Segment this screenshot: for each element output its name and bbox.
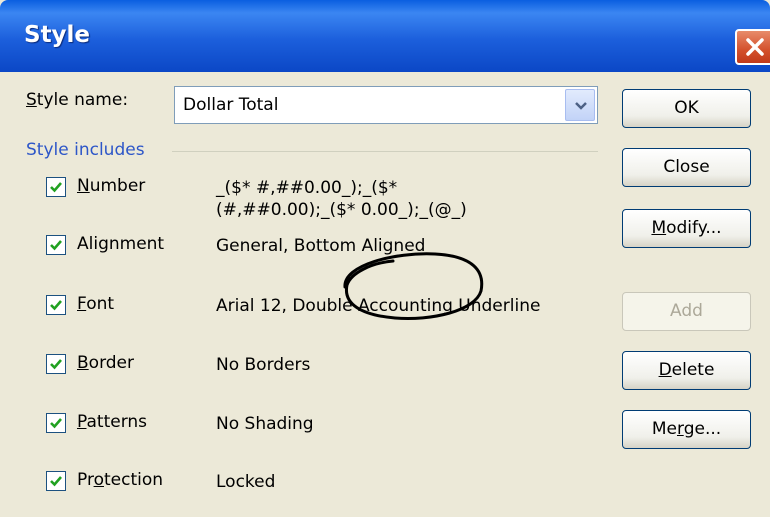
group-divider: [172, 151, 598, 152]
style-name-combo[interactable]: Dollar Total: [174, 86, 598, 124]
font-label: Font: [77, 294, 115, 314]
patterns-desc: No Shading: [216, 414, 314, 434]
protection-desc: Locked: [216, 472, 276, 492]
alignment-label: Alignment: [77, 234, 165, 254]
protection-checkbox[interactable]: [46, 471, 66, 491]
style-name-value: Dollar Total: [183, 95, 279, 115]
font-checkbox[interactable]: [46, 295, 66, 315]
annotation-circle: [343, 252, 484, 320]
protection-label: Protection: [77, 470, 164, 490]
number-checkbox[interactable]: [46, 177, 66, 197]
patterns-checkbox[interactable]: [46, 413, 66, 433]
title-bar[interactable]: Style: [0, 0, 770, 72]
number-format-line2: (#,##0.00);_($* 0.00_);_(@_): [216, 200, 467, 220]
number-label: Number: [77, 176, 146, 196]
add-button[interactable]: Add: [622, 292, 751, 331]
style-includes-label: Style includes: [26, 140, 145, 160]
dropdown-button[interactable]: [565, 89, 595, 121]
patterns-label: Patterns: [77, 412, 148, 432]
window-title: Style: [24, 22, 91, 48]
modify-button[interactable]: Modify...: [622, 209, 751, 248]
delete-button[interactable]: Delete: [622, 351, 751, 390]
close-button[interactable]: Close: [622, 148, 751, 187]
number-format-line1: _($* #,##0.00_);_($*: [216, 178, 398, 198]
border-desc: No Borders: [216, 355, 311, 375]
merge-button[interactable]: Merge...: [622, 410, 751, 449]
ok-button[interactable]: OK: [622, 89, 751, 128]
border-checkbox[interactable]: [46, 354, 66, 374]
close-window-button[interactable]: [735, 29, 770, 65]
dialog-body: Style name: Dollar Total Style includes …: [0, 72, 770, 517]
style-name-label: Style name:: [26, 90, 129, 110]
style-dialog: Style Style name: Dollar Total Style inc…: [0, 0, 770, 517]
alignment-checkbox[interactable]: [46, 235, 66, 255]
border-label: Border: [77, 353, 135, 373]
